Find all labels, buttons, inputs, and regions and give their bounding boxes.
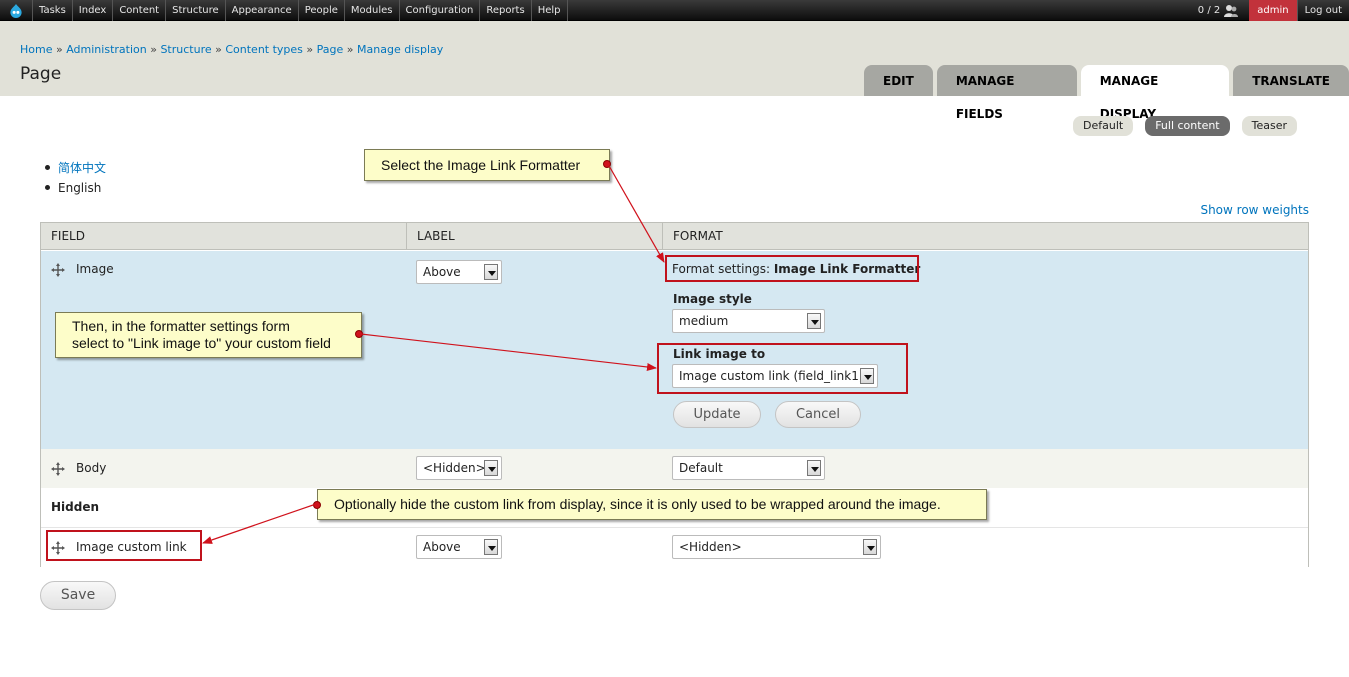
admin-toolbar: Tasks Index Content Structure Appearance…	[0, 0, 1349, 21]
toolbar-item-tasks[interactable]: Tasks	[32, 0, 73, 21]
field-name-body: Body	[76, 461, 107, 475]
callout-pin-icon	[355, 330, 363, 338]
column-header-field: FIELD	[51, 229, 85, 243]
page-title: Page	[20, 64, 62, 84]
toolbar-item-people[interactable]: People	[299, 0, 345, 21]
breadcrumb: Home » Administration » Structure » Cont…	[20, 43, 443, 56]
highlight-link-image-to	[657, 343, 908, 394]
online-users-count: 0 / 2	[1197, 5, 1221, 16]
highlight-format-settings	[665, 255, 919, 282]
hidden-region-title: Hidden	[51, 500, 100, 514]
primary-tabs: EDIT MANAGE FIELDS MANAGE DISPLAY TRANSL…	[864, 65, 1349, 121]
language-switcher: 简体中文 English	[44, 158, 106, 198]
drag-handle-icon[interactable]	[51, 263, 65, 277]
callout-pin-icon	[603, 160, 611, 168]
logout-link[interactable]: Log out	[1296, 0, 1349, 21]
image-style-label: Image style	[673, 292, 752, 306]
toolbar-item-content[interactable]: Content	[113, 0, 167, 21]
view-mode-tabs: Default Full content Teaser	[1073, 116, 1298, 136]
breadcrumb-home[interactable]: Home	[20, 43, 52, 56]
field-name-image: Image	[76, 262, 114, 276]
breadcrumb-separator: »	[215, 43, 222, 56]
language-item-english: English	[44, 178, 106, 198]
image-style-value: medium	[679, 314, 729, 328]
view-mode-default[interactable]: Default	[1073, 116, 1134, 136]
image-style-select[interactable]: medium	[672, 309, 825, 333]
breadcrumb-separator: »	[55, 43, 63, 56]
image-label-select[interactable]: Above	[416, 260, 502, 284]
link-format-select[interactable]: <Hidden>	[672, 535, 881, 559]
tab-manage-fields[interactable]: MANAGE FIELDS	[936, 65, 1077, 121]
table-header: FIELD LABEL FORMAT	[41, 223, 1308, 250]
link-label-value: Above	[423, 540, 461, 554]
cancel-button[interactable]: Cancel	[775, 401, 861, 428]
breadcrumb-separator: »	[306, 43, 314, 56]
callout-hide-link: Optionally hide the custom link from dis…	[313, 489, 987, 520]
toolbar-menu: Tasks Index Content Structure Appearance…	[32, 0, 568, 21]
toolbar-item-structure[interactable]: Structure	[166, 0, 226, 21]
toolbar-item-configuration[interactable]: Configuration	[400, 0, 481, 21]
breadcrumb-separator: »	[150, 43, 157, 56]
link-format-value: <Hidden>	[679, 540, 742, 554]
language-item-chinese[interactable]: 简体中文	[44, 158, 106, 178]
update-button[interactable]: Update	[673, 401, 761, 428]
body-label-select[interactable]: <Hidden>	[416, 456, 502, 480]
show-row-weights-link[interactable]: Show row weights	[1200, 203, 1309, 217]
body-label-value: <Hidden>	[423, 461, 486, 475]
breadcrumb-separator: »	[346, 43, 354, 56]
save-button[interactable]: Save	[40, 581, 116, 610]
table-row-image-custom-link: Image custom link Above <Hidden>	[41, 527, 1308, 567]
table-row-body: Body <Hidden> Default	[41, 449, 1308, 488]
breadcrumb-page[interactable]: Page	[317, 43, 344, 56]
drupal-logo-icon[interactable]	[8, 3, 24, 18]
tab-manage-display[interactable]: MANAGE DISPLAY	[1080, 65, 1230, 121]
toolbar-item-appearance[interactable]: Appearance	[226, 0, 299, 21]
tab-edit[interactable]: EDIT	[864, 65, 933, 96]
body-format-select[interactable]: Default	[672, 456, 825, 480]
chevron-down-icon	[484, 264, 498, 280]
chevron-down-icon	[484, 460, 498, 476]
chevron-down-icon	[807, 313, 821, 329]
page-header: Home » Administration » Structure » Cont…	[0, 21, 1349, 121]
column-header-format: FORMAT	[662, 223, 1308, 250]
link-label-select[interactable]: Above	[416, 535, 502, 559]
toolbar-item-reports[interactable]: Reports	[480, 0, 532, 21]
drag-handle-icon[interactable]	[51, 462, 65, 476]
callout-settings-line1: Then, in the formatter settings form	[72, 318, 290, 334]
callout-select-formatter-text: Select the Image Link Formatter	[381, 157, 581, 173]
user-account-link[interactable]: admin	[1249, 0, 1297, 21]
breadcrumb-manage-display[interactable]: Manage display	[357, 43, 443, 56]
callout-settings-line2: select to "Link image to" your custom fi…	[72, 335, 331, 351]
users-icon	[1224, 4, 1239, 17]
tab-translate[interactable]: TRANSLATE	[1233, 65, 1349, 96]
chevron-down-icon	[484, 539, 498, 555]
toolbar-item-modules[interactable]: Modules	[345, 0, 400, 21]
callout-select-formatter: Select the Image Link Formatter	[364, 149, 611, 181]
highlight-image-custom-link	[46, 530, 202, 561]
callout-pin-icon	[313, 501, 321, 509]
chevron-down-icon	[863, 539, 877, 555]
online-users-counter: 0 / 2	[1198, 4, 1243, 18]
callout-hide-link-text: Optionally hide the custom link from dis…	[334, 496, 941, 512]
body-format-value: Default	[679, 461, 723, 475]
callout-formatter-settings: Then, in the formatter settings form sel…	[55, 312, 363, 358]
toolbar-user-area: 0 / 2 admin Log out	[1198, 0, 1349, 21]
column-header-label: LABEL	[406, 223, 662, 250]
breadcrumb-structure[interactable]: Structure	[160, 43, 211, 56]
toolbar-item-help[interactable]: Help	[532, 0, 568, 21]
view-mode-teaser[interactable]: Teaser	[1241, 116, 1298, 136]
chevron-down-icon	[807, 460, 821, 476]
breadcrumb-administration[interactable]: Administration	[66, 43, 147, 56]
image-label-value: Above	[423, 265, 461, 279]
toolbar-item-index[interactable]: Index	[73, 0, 114, 21]
breadcrumb-content-types[interactable]: Content types	[225, 43, 303, 56]
view-mode-full-content[interactable]: Full content	[1145, 116, 1230, 136]
